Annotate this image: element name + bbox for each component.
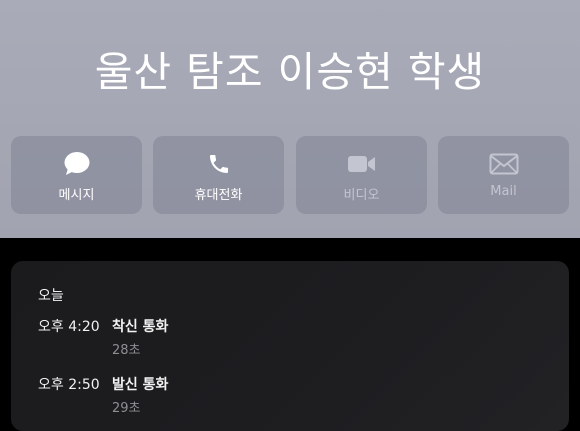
- contact-header: 울산 탐조 이승현 학생 메시지 휴대전화 비디오 Mail: [0, 0, 580, 238]
- message-button[interactable]: 메시지: [11, 136, 142, 214]
- mail-envelope-icon: [438, 151, 569, 177]
- mail-button-label: Mail: [490, 184, 517, 199]
- call-duration: 29초: [112, 401, 141, 416]
- day-label: 오늘: [38, 288, 64, 304]
- recent-calls-card: 오늘 오후 4:20 착신 통화 28초 오후 2:50 발신 통화 29초: [11, 261, 569, 431]
- mobile-call-button-label: 휴대전화: [194, 188, 243, 203]
- call-log-row[interactable]: 오후 4:20 착신 통화 28초: [11, 313, 569, 361]
- call-type: 발신 통화: [112, 377, 169, 393]
- video-call-button-label: 비디오: [343, 188, 380, 203]
- video-call-button[interactable]: 비디오: [296, 136, 427, 214]
- mobile-call-button[interactable]: 휴대전화: [153, 136, 284, 214]
- message-bubble-icon: [11, 151, 142, 177]
- call-type: 착신 통화: [112, 319, 169, 335]
- phone-icon: [153, 151, 284, 177]
- call-time: 오후 2:50: [38, 377, 100, 393]
- contact-name: 울산 탐조 이승현 학생: [94, 48, 486, 96]
- call-time: 오후 4:20: [38, 319, 100, 335]
- mail-button[interactable]: Mail: [438, 136, 569, 214]
- video-camera-icon: [296, 151, 427, 177]
- message-button-label: 메시지: [58, 188, 95, 203]
- call-log-row[interactable]: 오후 2:50 발신 통화 29초: [11, 371, 569, 419]
- call-duration: 28초: [112, 343, 141, 358]
